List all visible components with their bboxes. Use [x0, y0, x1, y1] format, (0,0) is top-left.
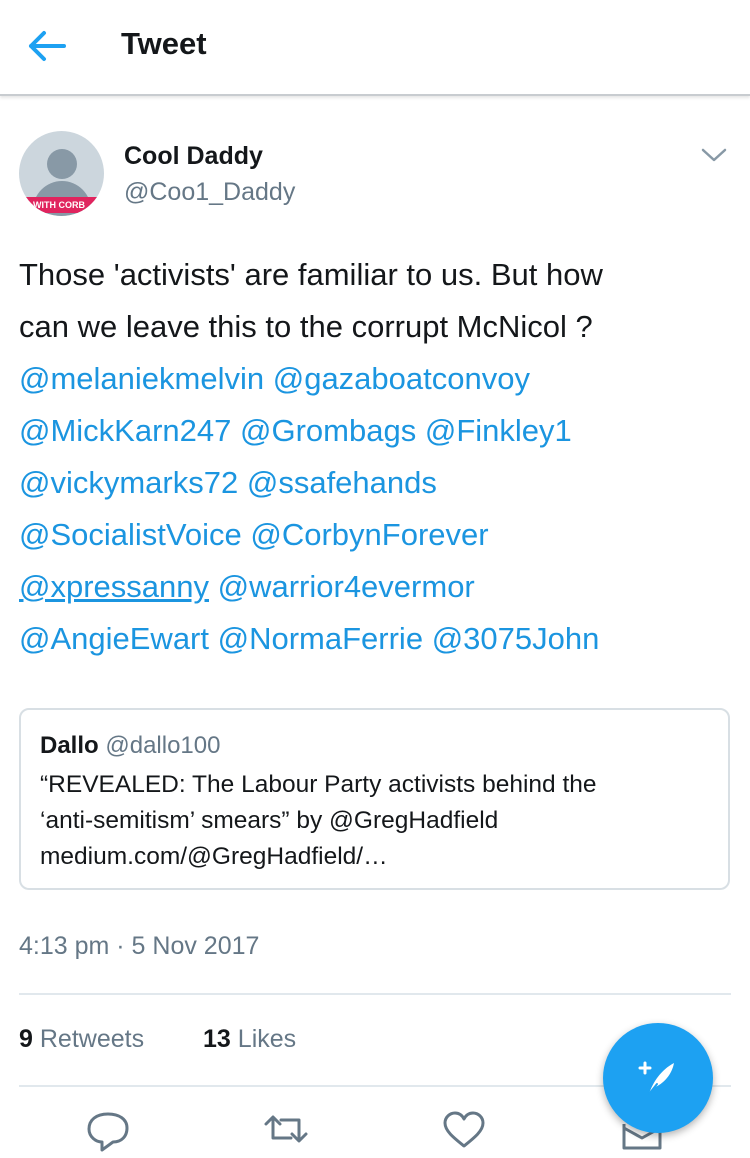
mention-link[interactable]: @AngieEwart	[19, 621, 209, 656]
quoted-text-line: ‘anti-semitism’ smears” by @GregHadfield	[40, 807, 499, 834]
reply-icon	[87, 1112, 129, 1152]
mention-link[interactable]: @vickymarks72	[19, 465, 238, 500]
tweet-timestamp: 4:13 pm · 5 Nov 2017	[19, 932, 260, 960]
quoted-tweet-card[interactable]: Dallo @dallo100 “REVEALED: The Labour Pa…	[19, 708, 730, 890]
chevron-down-icon	[701, 148, 727, 162]
top-app-bar: Tweet	[0, 0, 750, 96]
author-handle[interactable]: @Coo1_Daddy	[124, 178, 295, 207]
author-display-name[interactable]: Cool Daddy	[124, 142, 263, 171]
mention-link[interactable]: @Grombags	[240, 413, 416, 448]
quoted-text-line: “REVEALED: The Labour Party activists be…	[40, 771, 597, 798]
retweet-button[interactable]	[262, 1104, 310, 1153]
mention-link[interactable]: @NormaFerrie	[218, 621, 423, 656]
quoted-text-line: medium.com/@GregHadfield/…	[40, 843, 388, 870]
retweet-icon	[264, 1115, 308, 1143]
page-title: Tweet	[121, 26, 207, 61]
reply-button[interactable]	[84, 1104, 132, 1153]
avatar[interactable]: WITH CORB	[19, 131, 104, 216]
compose-tweet-button[interactable]	[603, 1023, 713, 1133]
like-button[interactable]	[440, 1104, 488, 1153]
likes-count: 13	[203, 1025, 231, 1053]
tweet-text-line: can we leave this to the corrupt McNicol…	[19, 309, 593, 344]
mention-link[interactable]: @CorbynForever	[250, 517, 488, 552]
mention-link[interactable]: @Finkley1	[425, 413, 572, 448]
quoted-tweet-author: Dallo @dallo100	[40, 732, 220, 760]
retweets-stat[interactable]: 9 Retweets	[19, 1025, 144, 1053]
mention-link[interactable]: @gazaboatconvoy	[273, 361, 530, 396]
tweet-text-line: Those 'activists' are familiar to us. Bu…	[19, 257, 603, 292]
retweets-label: Retweets	[39, 1025, 145, 1053]
mention-link[interactable]: @warrior4evermor	[218, 569, 475, 604]
retweets-count: 9	[19, 1025, 33, 1053]
mention-link[interactable]: @3075John	[432, 621, 600, 656]
tweet-text: Those 'activists' are familiar to us. Bu…	[19, 249, 731, 665]
mention-link[interactable]: @xpressanny	[19, 569, 209, 604]
mention-link[interactable]: @MickKarn247	[19, 413, 231, 448]
like-icon	[443, 1111, 485, 1148]
tweet-options-button[interactable]	[696, 140, 732, 170]
mention-link[interactable]: @melaniekmelvin	[19, 361, 264, 396]
arrow-left-icon	[29, 31, 66, 61]
quoted-author-name: Dallo	[40, 732, 99, 759]
tweet-stats: 9 Retweets 13 Likes	[19, 1025, 296, 1054]
back-button[interactable]	[24, 26, 68, 66]
mention-link[interactable]: @ssafehands	[247, 465, 437, 500]
mention-link[interactable]: @SocialistVoice	[19, 517, 242, 552]
avatar-banner-text: WITH CORB	[19, 197, 104, 213]
quoted-author-handle: @dallo100	[105, 732, 221, 759]
compose-tweet-icon	[638, 1061, 674, 1095]
quoted-tweet-text: “REVEALED: The Labour Party activists be…	[40, 767, 720, 875]
likes-label: Likes	[237, 1025, 297, 1053]
divider	[19, 993, 731, 995]
likes-stat[interactable]: 13 Likes	[203, 1025, 296, 1053]
